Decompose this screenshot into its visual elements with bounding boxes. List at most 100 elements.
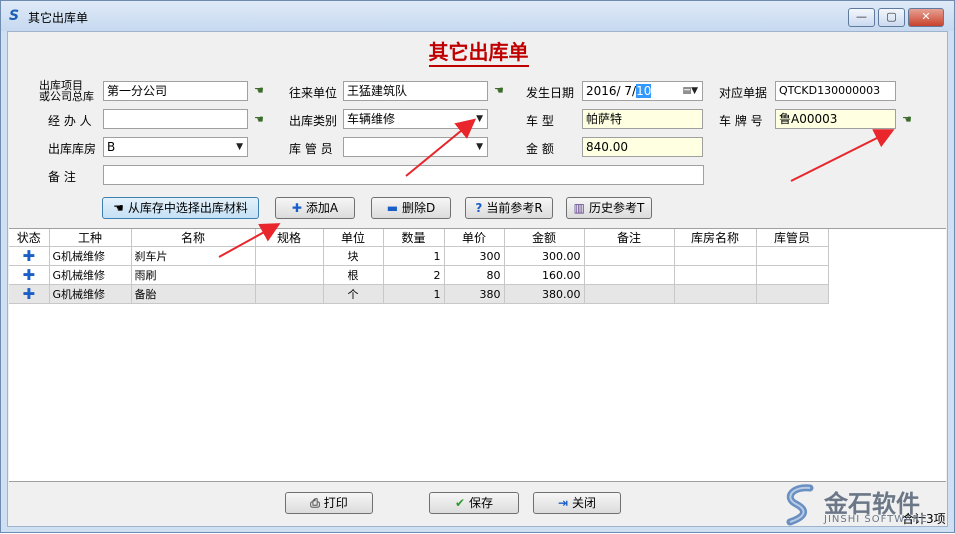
detail-table: 状态 工种 名称 规格 单位 数量 单价 金额 备注 库房名称 库管员 ✚ G机… (9, 229, 829, 304)
save-button[interactable]: ✔ 保存 (429, 492, 519, 514)
select-from-stock-label: 从库存中选择出库材料 (127, 201, 248, 215)
cell-remark[interactable] (584, 284, 675, 304)
cell-keeper[interactable] (756, 265, 829, 285)
cell-warehouse[interactable] (674, 246, 757, 266)
table-header-row: 状态 工种 名称 规格 单位 数量 单价 金额 备注 库房名称 库管员 (9, 229, 829, 247)
amount-field[interactable]: 840.00 (582, 137, 703, 157)
print-button[interactable]: ⎙ 打印 (285, 492, 373, 514)
pick-plate-icon[interactable]: ☚ (902, 114, 919, 126)
label-category: 出库类别 (289, 114, 338, 128)
col-price[interactable]: 单价 (444, 229, 505, 247)
cell-remark[interactable] (584, 246, 675, 266)
cell-spec[interactable] (255, 284, 324, 304)
cell-name[interactable]: 刹车片 (131, 246, 256, 266)
row-status-plus-icon[interactable]: ✚ (9, 284, 50, 304)
cell-qty[interactable]: 1 (383, 246, 445, 266)
window-title: 其它出库单 (28, 11, 89, 25)
col-warehouse[interactable]: 库房名称 (674, 229, 757, 247)
app-window: S 其它出库单 — ▢ ✕ 其它出库单 出库项目 或公司总库 第一分公司 ☚ 经… (0, 0, 955, 533)
history-ref-button[interactable]: ▥ 历史参考T (566, 197, 652, 219)
minimize-button[interactable]: — (848, 8, 875, 27)
cell-trade[interactable]: G机械维修 (49, 265, 132, 285)
title-bar: S 其它出库单 — ▢ ✕ (1, 1, 954, 31)
cell-price[interactable]: 300 (444, 246, 505, 266)
cell-price[interactable]: 380 (444, 284, 505, 304)
cell-qty[interactable]: 1 (383, 284, 445, 304)
col-qty[interactable]: 数量 (383, 229, 445, 247)
delete-button[interactable]: ▬ 删除D (371, 197, 451, 219)
cell-unit[interactable]: 个 (323, 284, 384, 304)
cell-warehouse[interactable] (674, 265, 757, 285)
col-status[interactable]: 状态 (9, 229, 50, 247)
plus-icon: ✚ (291, 201, 302, 215)
cell-amount[interactable]: 160.00 (504, 265, 585, 285)
cell-keeper[interactable] (756, 246, 829, 266)
pick-partner-icon[interactable]: ☚ (494, 85, 511, 97)
plate-field[interactable]: 鲁A00003 (775, 109, 896, 129)
cell-amount[interactable]: 380.00 (504, 284, 585, 304)
cell-warehouse[interactable] (674, 284, 757, 304)
table-row[interactable]: ✚ G机械维修 刹车片 块 1 300 300.00 (9, 246, 829, 266)
close-button[interactable]: ⇥ 关闭 (533, 492, 621, 514)
cell-qty[interactable]: 2 (383, 265, 445, 285)
cell-amount[interactable]: 300.00 (504, 246, 585, 266)
row-status-plus-icon[interactable]: ✚ (9, 265, 50, 285)
col-keeper[interactable]: 库管员 (756, 229, 829, 247)
cell-unit[interactable]: 块 (323, 246, 384, 266)
maximize-button[interactable]: ▢ (878, 8, 905, 27)
col-amount[interactable]: 金额 (504, 229, 585, 247)
cell-price[interactable]: 80 (444, 265, 505, 285)
keeper-select[interactable]: ▼ (343, 137, 488, 157)
label-ref-no: 对应单据 (719, 86, 768, 100)
table-row[interactable]: ✚ G机械维修 备胎 个 1 380 380.00 (9, 284, 829, 304)
detail-grid: 状态 工种 名称 规格 单位 数量 单价 金额 备注 库房名称 库管员 ✚ G机… (9, 228, 946, 482)
form-area: 其它出库单 出库项目 或公司总库 第一分公司 ☚ 经 办 人 ☚ 出库库房 B … (7, 31, 948, 527)
date-prefix: 2016/ 7/ (586, 84, 637, 98)
partner-field[interactable]: 王猛建筑队 (343, 81, 488, 101)
history-ref-label: 历史参考T (589, 201, 645, 215)
save-label: 保存 (469, 496, 494, 510)
checkmark-icon: ✔ (454, 496, 466, 510)
cell-keeper[interactable] (756, 284, 829, 304)
cell-spec[interactable] (255, 246, 324, 266)
label-partner: 往来单位 (289, 86, 338, 100)
handler-field[interactable] (103, 109, 248, 129)
col-remark[interactable]: 备注 (584, 229, 675, 247)
col-trade[interactable]: 工种 (49, 229, 132, 247)
date-day: 10 (636, 84, 652, 98)
close-window-button[interactable]: ✕ (908, 8, 944, 27)
remark-field[interactable] (103, 165, 704, 185)
col-spec[interactable]: 规格 (255, 229, 324, 247)
select-from-stock-button[interactable]: ☚ 从库存中选择出库材料 (102, 197, 259, 219)
current-ref-button[interactable]: ? 当前参考R (465, 197, 553, 219)
row-status-plus-icon[interactable]: ✚ (9, 246, 50, 266)
cell-spec[interactable] (255, 265, 324, 285)
dropdown-arrow-icon: ▼ (476, 114, 483, 124)
category-select[interactable]: 车辆维修 ▼ (343, 109, 488, 129)
cell-name[interactable]: 备胎 (131, 284, 256, 304)
table-row[interactable]: ✚ G机械维修 雨刷 根 2 80 160.00 (9, 265, 829, 285)
cell-unit[interactable]: 根 (323, 265, 384, 285)
add-button[interactable]: ✚ 添加A (275, 197, 355, 219)
delete-label: 删除D (402, 201, 436, 215)
warehouse-select[interactable]: B ▼ (103, 137, 248, 157)
book-icon: ▥ (573, 201, 585, 215)
col-name[interactable]: 名称 (131, 229, 256, 247)
label-handler: 经 办 人 (48, 114, 92, 128)
date-picker[interactable]: 2016/ 7/10 ▤▼ (582, 81, 703, 101)
pick-handler-icon[interactable]: ☚ (254, 114, 271, 126)
cell-name[interactable]: 雨刷 (131, 265, 256, 285)
help-pointer-icon: ? (475, 201, 483, 215)
label-plate: 车 牌 号 (719, 114, 763, 128)
cell-trade[interactable]: G机械维修 (49, 246, 132, 266)
ref-no-field[interactable]: QTCKD130000003 (775, 81, 896, 101)
car-type-field[interactable]: 帕萨特 (582, 109, 703, 129)
pick-item-icon[interactable]: ☚ (254, 85, 271, 97)
warehouse-value: B (107, 140, 116, 154)
cell-trade[interactable]: G机械维修 (49, 284, 132, 304)
dropdown-arrow-icon: ▼ (476, 142, 483, 152)
cell-remark[interactable] (584, 265, 675, 285)
category-value: 车辆维修 (347, 112, 396, 126)
col-unit[interactable]: 单位 (323, 229, 384, 247)
item-field[interactable]: 第一分公司 (103, 81, 248, 101)
